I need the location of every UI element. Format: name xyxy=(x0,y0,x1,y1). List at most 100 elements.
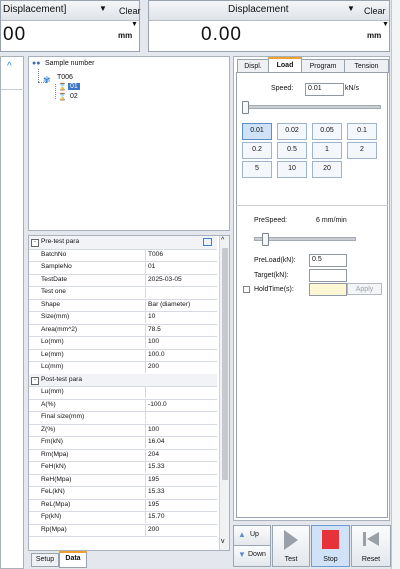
param-value[interactable]: 16.04 xyxy=(145,436,220,448)
tree-batch-label[interactable]: T006 xyxy=(57,74,73,81)
collapse-up-icon[interactable]: ^ xyxy=(7,61,12,72)
up-button[interactable]: ▲ Up xyxy=(233,525,271,547)
table-row[interactable]: BatchNo T006 xyxy=(29,248,220,262)
speed-slider-thumb[interactable] xyxy=(242,101,249,114)
clear-button[interactable]: Clear xyxy=(364,6,386,16)
param-value[interactable]: Bar (diameter) xyxy=(145,298,220,311)
table-row[interactable]: Area(mm^2) 78.5 xyxy=(29,323,220,337)
dropdown-arrow-icon[interactable]: ▼ xyxy=(99,4,107,13)
tree-root-label[interactable]: Sample number xyxy=(45,60,94,67)
table-group-header[interactable]: - Pre-test para xyxy=(29,236,217,250)
table-row[interactable]: Rm(Mpa) 204 xyxy=(29,448,220,462)
param-value[interactable] xyxy=(145,386,220,398)
tree-item-02[interactable]: 02 xyxy=(70,93,78,100)
stop-label: Stop xyxy=(323,556,338,563)
param-value[interactable]: 01 xyxy=(145,261,220,273)
table-row[interactable]: Fp(kN) 15.70 xyxy=(29,511,217,525)
scroll-down-icon[interactable]: v xyxy=(221,538,225,545)
speed-preset-button[interactable]: 0.01 xyxy=(242,123,272,140)
param-value[interactable]: 195 xyxy=(145,473,220,486)
tab-setup[interactable]: Setup xyxy=(31,553,59,567)
table-row[interactable]: Test one xyxy=(29,286,217,300)
scroll-up-icon[interactable]: ^ xyxy=(221,237,224,244)
param-name: Rm(Mpa) xyxy=(41,450,69,458)
tab-tension[interactable]: Tension xyxy=(344,59,389,73)
grid-settings-icon[interactable] xyxy=(203,238,212,246)
reset-button[interactable]: Reset xyxy=(351,525,391,567)
param-value[interactable]: -100.0 xyxy=(145,398,220,411)
batch-icon: ✾ xyxy=(43,75,51,85)
table-row[interactable]: Lc(mm) 200 xyxy=(29,361,217,375)
tab-program[interactable]: Program xyxy=(301,59,345,73)
param-value[interactable]: 10 xyxy=(145,311,220,323)
speed-preset-button[interactable]: 10 xyxy=(277,161,307,178)
table-row[interactable]: TestDate 2025-03-05 xyxy=(29,273,220,287)
speed-preset-button[interactable]: 20 xyxy=(312,161,342,178)
table-row[interactable]: Rp(Mpa) 200 xyxy=(29,523,220,537)
prespeed-slider-thumb[interactable] xyxy=(262,233,269,246)
control-panel: Displ. Load Program Tension Speed: 0.01 … xyxy=(233,56,390,521)
clear-button[interactable]: Clear xyxy=(119,6,141,16)
param-value[interactable]: 100.0 xyxy=(145,348,220,361)
speed-preset-button[interactable]: 0.05 xyxy=(312,123,342,140)
table-row[interactable]: FeH(kN) 15.33 xyxy=(29,461,217,475)
holdtime-input[interactable] xyxy=(309,283,347,296)
tab-displ[interactable]: Displ. xyxy=(237,59,269,73)
collapse-toggle-icon[interactable]: - xyxy=(31,239,39,247)
table-row[interactable]: ReL(Mpa) 195 xyxy=(29,498,220,512)
table-group-header[interactable]: - Post-test para xyxy=(29,373,217,387)
speed-slider-track[interactable] xyxy=(243,105,381,109)
apply-button[interactable]: Apply xyxy=(347,283,382,295)
table-row[interactable]: Lo(mm) 100 xyxy=(29,336,217,350)
param-value[interactable] xyxy=(145,411,220,423)
param-value[interactable]: 15.33 xyxy=(145,461,220,473)
table-row[interactable]: Size(mm) 10 xyxy=(29,311,217,325)
param-value[interactable]: 200 xyxy=(145,523,220,536)
param-value[interactable]: 15.70 xyxy=(145,511,220,523)
speed-preset-button[interactable]: 1 xyxy=(312,142,342,159)
table-row[interactable]: SampleNo 01 xyxy=(29,261,217,275)
param-value[interactable]: 195 xyxy=(145,498,220,511)
stop-button[interactable]: Stop xyxy=(311,525,350,567)
table-row[interactable]: Shape Bar (diameter) xyxy=(29,298,220,312)
speed-preset-button[interactable]: 0.2 xyxy=(242,142,272,159)
collapse-toggle-icon[interactable]: - xyxy=(31,376,39,385)
param-name: A(%) xyxy=(41,400,56,408)
speed-input[interactable]: 0.01 xyxy=(305,83,344,96)
speed-preset-button[interactable]: 0.1 xyxy=(347,123,377,140)
table-row[interactable]: Lu(mm) xyxy=(29,386,217,400)
param-value[interactable]: 100 xyxy=(145,336,220,348)
tab-load[interactable]: Load xyxy=(268,57,302,73)
tree-item-01[interactable]: 01 xyxy=(68,83,80,90)
param-value[interactable] xyxy=(145,286,220,298)
dropdown-arrow-icon[interactable]: ▼ xyxy=(347,4,355,13)
param-value[interactable]: 200 xyxy=(145,361,220,373)
param-name: Le(mm) xyxy=(41,350,64,358)
param-value[interactable]: T006 xyxy=(145,248,220,261)
table-row[interactable]: Le(mm) 100.0 xyxy=(29,348,220,362)
target-input[interactable] xyxy=(309,269,347,282)
table-row[interactable]: Fm(kN) 16.04 xyxy=(29,436,217,450)
tab-data[interactable]: Data xyxy=(59,551,87,568)
preload-input[interactable]: 0.5 xyxy=(309,254,347,267)
table-row[interactable]: Z(%) 100 xyxy=(29,423,220,437)
speed-preset-button[interactable]: 2 xyxy=(347,142,377,159)
param-value[interactable]: 78.5 xyxy=(145,323,220,336)
scroll-thumb[interactable] xyxy=(222,248,228,480)
param-value[interactable]: 15.33 xyxy=(145,486,220,498)
test-button[interactable]: Test xyxy=(272,525,310,567)
table-row[interactable]: A(%) -100.0 xyxy=(29,398,220,412)
table-row[interactable]: Final size(mm) xyxy=(29,411,217,425)
param-value[interactable]: 100 xyxy=(145,423,220,436)
prespeed-slider-track[interactable] xyxy=(254,237,356,241)
param-value[interactable]: 2025-03-05 xyxy=(145,273,220,286)
speed-preset-button[interactable]: 0.5 xyxy=(277,142,307,159)
param-value[interactable]: 204 xyxy=(145,448,220,461)
table-row[interactable]: ReH(Mpa) 195 xyxy=(29,473,220,487)
speed-preset-button[interactable]: 0.02 xyxy=(277,123,307,140)
down-button[interactable]: ▼ Down xyxy=(233,545,271,567)
table-scrollbar[interactable]: ^ v xyxy=(219,236,229,550)
speed-preset-button[interactable]: 5 xyxy=(242,161,272,178)
holdtime-checkbox[interactable] xyxy=(243,286,250,293)
table-row[interactable]: FeL(kN) 15.33 xyxy=(29,486,217,500)
